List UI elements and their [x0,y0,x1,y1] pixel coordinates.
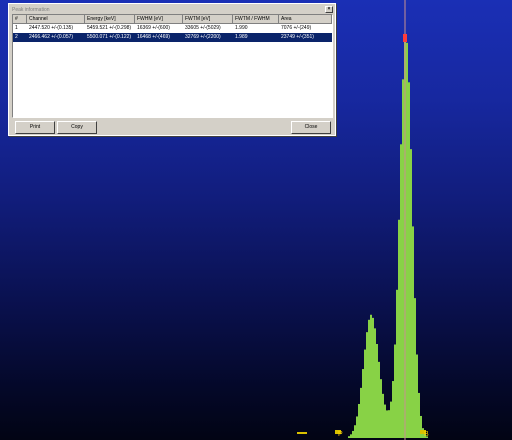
column-header-channel[interactable]: Channel [27,15,85,24]
spectrum-bar [354,425,356,438]
spectrum-bar [350,434,352,438]
print-button[interactable]: Print [15,121,55,134]
peak-marker-2 [403,34,407,42]
spectrum-bar [380,379,382,438]
spectrum-bar [406,42,408,438]
spectrum-bar [400,144,402,438]
cell-fwhm: 16369 +/-(600) [137,25,170,31]
cell-number: 2 [15,34,18,40]
spectrum-bar [394,344,396,438]
spectrum-bar [358,403,360,438]
window-close-icon[interactable]: × [325,6,333,13]
cell-channel: 2447.520 +/-(0.135) [29,25,74,31]
svg-text:P: P [338,431,343,438]
cell-energy: 5459.521 +/-(0.298) [87,25,132,31]
spectrum-bar [384,404,386,438]
spectrum-bar [402,79,404,438]
peak-information-window[interactable]: Peak information × # Channel Energy [keV… [8,3,336,136]
window-title: Peak information [12,6,50,13]
column-header-energy[interactable]: Energy [keV] [85,15,135,24]
spectrum-bar [412,226,414,438]
spectrum-bar [410,149,412,439]
svg-text:B: B [424,431,429,438]
cell-area: 7076 +/-(249) [281,25,312,31]
column-header-fwtm-fwhm[interactable]: FWTM / FWHM [233,15,279,24]
spectrum-bar [372,317,374,438]
spectrum-bar [374,328,376,438]
spectrum-bar [414,298,416,438]
spectrum-bar [362,369,364,438]
window-titlebar[interactable]: Peak information × [10,5,334,14]
spectrum-bar [386,410,388,438]
copy-button[interactable]: Copy [57,121,97,134]
peak-table[interactable]: # Channel Energy [keV] FWHM [eV] FWTM [e… [12,14,333,118]
spectrum-bar [360,387,362,438]
cell-ratio: 1.989 [235,34,248,40]
table-row-selected[interactable]: 2 2466.462 +/-(0.057) 5500.071 +/-(0.122… [13,33,332,42]
spectrum-bar [420,415,422,438]
cell-ratio: 1.990 [235,25,248,31]
cell-energy: 5500.071 +/-(0.122) [87,34,132,40]
cell-fwtm: 33605 +/-(5029) [185,25,221,31]
spectrum-bar [398,219,400,438]
table-row[interactable]: 1 2447.520 +/-(0.135) 5459.521 +/-(0.298… [13,24,332,33]
close-button[interactable]: Close [291,121,331,134]
cell-channel: 2466.462 +/-(0.057) [29,34,74,40]
spectrum-bar [368,319,370,438]
spectrum-bar [348,436,350,438]
cell-number: 1 [15,25,18,31]
spectrum-bar [352,430,354,438]
column-header-fwtm[interactable]: FWTM [eV] [183,15,233,24]
spectrum-bar [388,410,390,438]
spectrum-bar [396,289,398,438]
spectrum-bar [376,343,378,438]
spectrum-bar [382,393,384,438]
column-header-fwhm[interactable]: FWHM [eV] [135,15,183,24]
table-header: # Channel Energy [keV] FWHM [eV] FWTM [e… [13,15,332,24]
spectrum-bar [392,381,394,438]
column-header-area[interactable]: Area [279,15,332,24]
spectrum-bar [364,349,366,438]
cell-fwhm: 16468 +/-(469) [137,34,170,40]
spectrum-bar [408,82,410,439]
spectrum-bars [348,41,428,439]
cell-fwtm: 32769 +/-(2200) [185,34,221,40]
spectrum-bar [390,401,392,438]
column-header-number[interactable]: # [13,15,27,24]
spectrum-bar [418,392,420,438]
spectrum-bar [370,314,372,438]
cell-area: 23749 +/-(351) [281,34,314,40]
spectrum-bar [366,332,368,438]
spectrum-bar [378,361,380,438]
spectrum-bar [356,416,358,438]
spectrum-bar [416,354,418,438]
